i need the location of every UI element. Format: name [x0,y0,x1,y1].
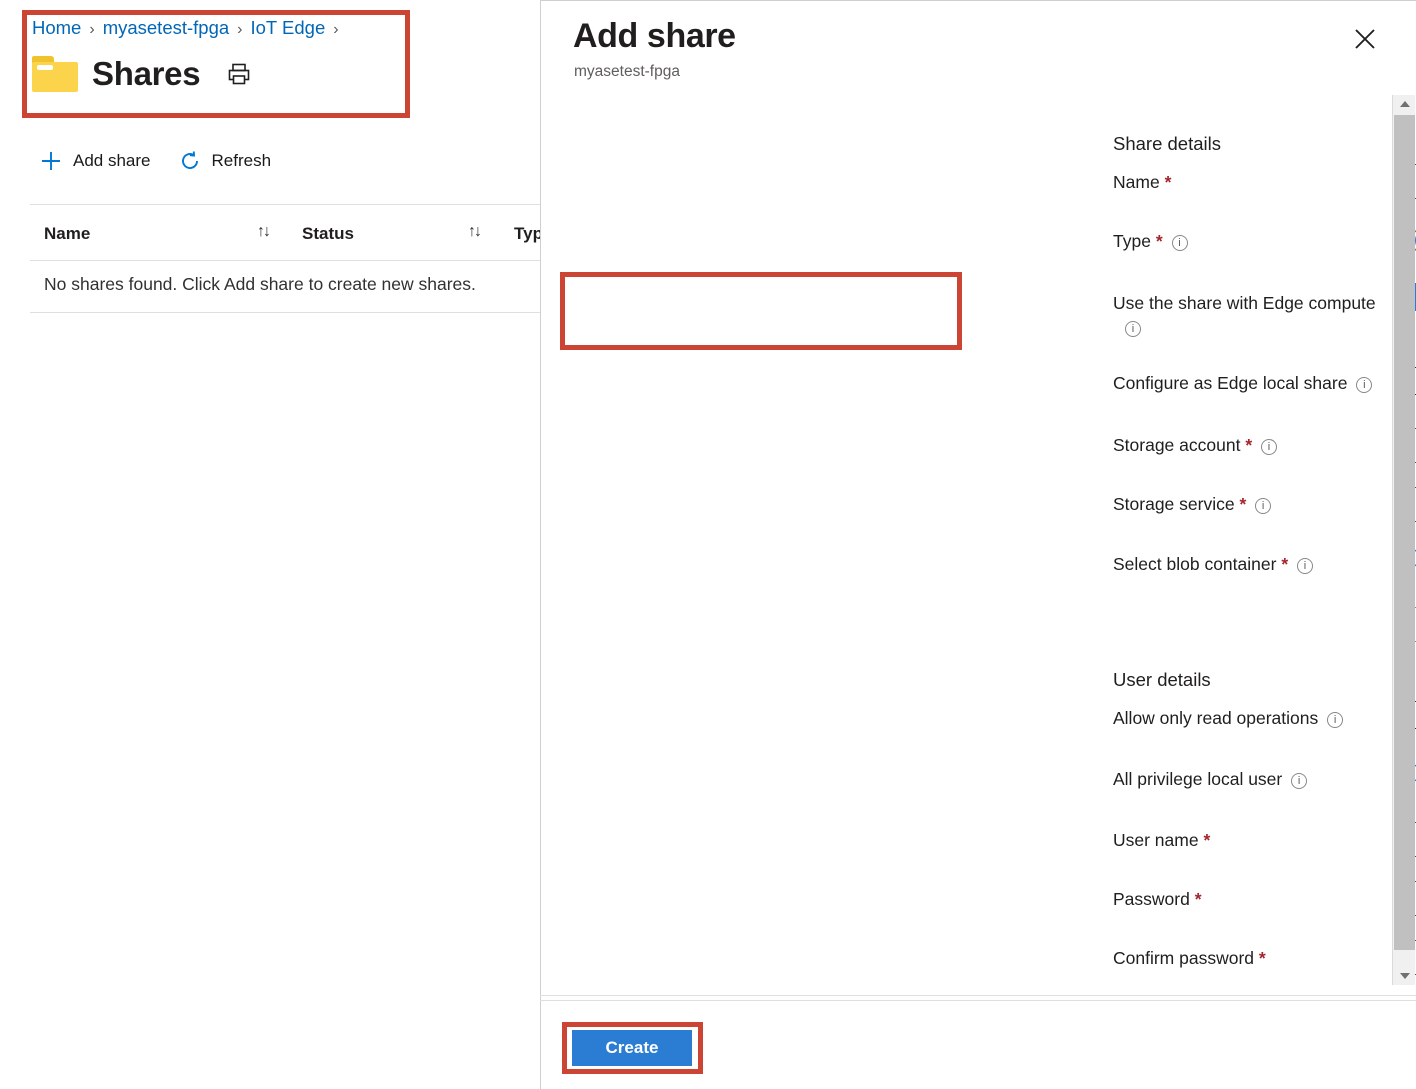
breadcrumb-item-home[interactable]: Home [32,17,81,38]
label-blob-container: Select blob container * i [1113,554,1313,575]
label-edge-local-text: Configure as Edge local share [1113,373,1347,393]
required-asterisk: * [1156,231,1163,251]
footer-divider [540,995,1416,996]
add-share-label: Add share [73,151,151,171]
add-share-button[interactable]: Add share [40,150,151,172]
label-user-name: User name * [1113,830,1210,851]
label-confirm-password-text: Confirm password [1113,948,1254,968]
column-header-name[interactable]: Name [44,224,90,244]
label-privileged-user-text: All privilege local user [1113,769,1282,789]
create-button[interactable]: Create [572,1030,692,1066]
info-icon[interactable]: i [1255,498,1271,514]
label-user-name-text: User name [1113,830,1199,850]
label-storage-service: Storage service * i [1113,494,1271,515]
label-edge-local: Configure as Edge local share i [1113,373,1372,394]
info-icon[interactable]: i [1125,321,1141,337]
required-asterisk: * [1281,554,1288,574]
sort-icon-name[interactable]: ↑↓ [257,223,269,241]
shares-page: Home›myasetest-fpga›IoT Edge› Shares Add [0,0,540,1089]
scroll-up-arrow-icon[interactable] [1393,95,1416,113]
scrollbar-thumb[interactable] [1394,115,1415,950]
close-icon[interactable] [1349,23,1381,55]
grid-divider-head [30,260,540,261]
grid-empty-message: No shares found. Click Add share to crea… [44,274,476,295]
column-header-type[interactable]: Typ [514,224,540,244]
required-asterisk: * [1165,172,1172,192]
label-storage-account: Storage account * i [1113,435,1277,456]
label-edge-compute: Use the share with Edge compute i [1113,289,1376,337]
sort-icon-status[interactable]: ↑↓ [468,223,480,241]
breadcrumb-item-iot-edge[interactable]: IoT Edge [251,17,326,38]
label-blob-container-text: Select blob container [1113,554,1276,574]
label-type: Type * i [1113,231,1188,252]
required-asterisk: * [1259,948,1266,968]
chevron-right-icon: › [89,21,94,38]
refresh-icon [179,150,201,172]
scroll-down-arrow-icon[interactable] [1393,967,1416,985]
label-edge-compute-text: Use the share with Edge compute [1113,293,1376,313]
info-icon[interactable]: i [1356,377,1372,393]
label-type-text: Type [1113,231,1151,251]
plus-icon [40,150,62,172]
label-password: Password * [1113,889,1202,910]
breadcrumb-item-device[interactable]: myasetest-fpga [103,17,229,38]
add-share-panel: Add share myasetest-fpga Share details N… [540,0,1416,1089]
required-asterisk: * [1195,889,1202,909]
panel-subtitle: myasetest-fpga [574,63,680,81]
required-asterisk: * [1239,494,1246,514]
grid-divider-top [30,204,540,205]
breadcrumb: Home › myasetest-fpga › IoT Edge › [32,17,347,39]
info-icon[interactable]: i [1297,558,1313,574]
label-confirm-password: Confirm password * [1113,948,1266,969]
column-header-status[interactable]: Status [302,224,354,244]
grid-divider-bottom [30,312,540,313]
section-user-details: User details [1113,669,1211,691]
label-storage-service-text: Storage service [1113,494,1235,514]
label-password-text: Password [1113,889,1190,909]
refresh-button[interactable]: Refresh [179,150,272,172]
command-bar: Add share Refresh [40,150,271,172]
label-privileged-user: All privilege local user i [1113,769,1307,790]
folder-icon [32,56,78,92]
panel-scrollbar[interactable] [1392,95,1415,985]
required-asterisk: * [1203,830,1210,850]
print-icon[interactable] [226,61,252,87]
section-share-details: Share details [1113,133,1221,155]
info-icon[interactable]: i [1261,439,1277,455]
chevron-right-icon: › [237,21,242,38]
info-icon[interactable]: i [1172,235,1188,251]
refresh-label: Refresh [212,151,272,171]
footer-divider-2 [540,1000,1416,1001]
label-storage-account-text: Storage account [1113,435,1240,455]
screenshot-root: Home›myasetest-fpga›IoT Edge› Shares Add [0,0,1416,1089]
panel-title: Add share [573,17,736,56]
label-name-text: Name [1113,172,1160,192]
page-title-row: Shares [32,55,252,93]
required-asterisk: * [1245,435,1252,455]
page-title: Shares [92,55,200,93]
label-name: Name * [1113,172,1171,193]
info-icon[interactable]: i [1327,712,1343,728]
chevron-right-icon: › [333,21,338,38]
info-icon[interactable]: i [1291,773,1307,789]
label-read-only-text: Allow only read operations [1113,708,1318,728]
label-read-only: Allow only read operations i [1113,708,1343,729]
